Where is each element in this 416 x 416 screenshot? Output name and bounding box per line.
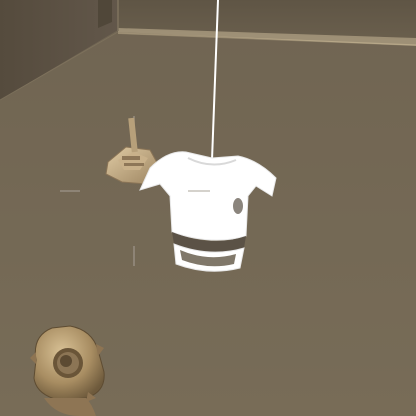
- game-scene[interactable]: [0, 0, 416, 416]
- game-viewport[interactable]: [0, 0, 416, 416]
